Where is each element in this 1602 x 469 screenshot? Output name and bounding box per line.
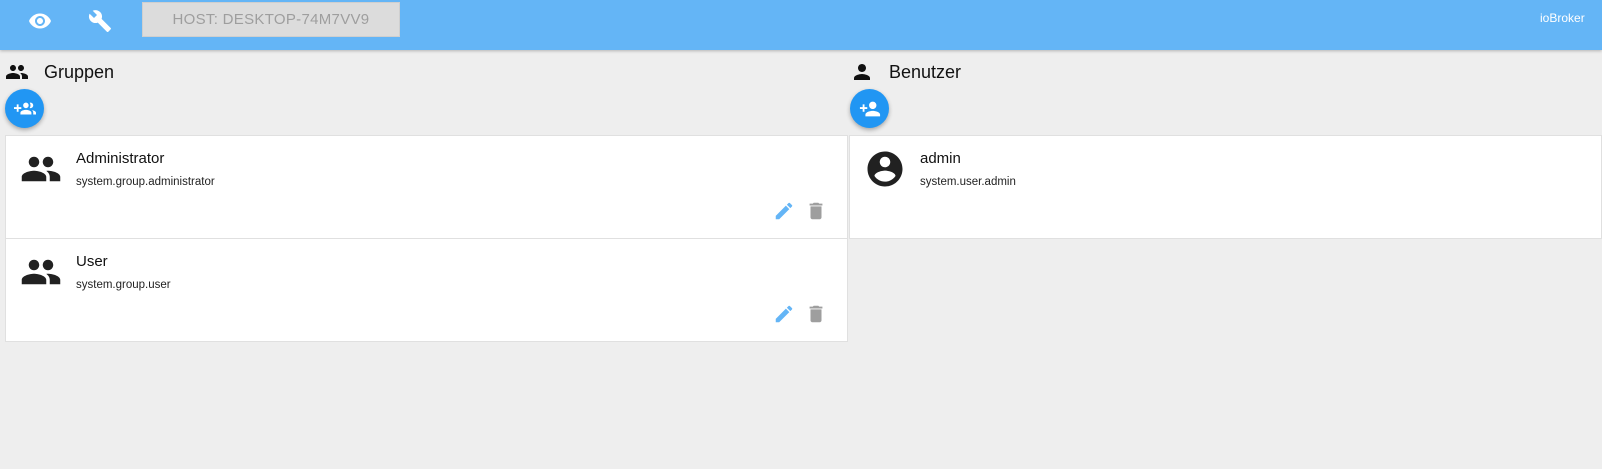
group-name: Administrator (76, 150, 165, 167)
host-selector[interactable]: HOST: DESKTOP-74M7VV9 (142, 2, 400, 37)
users-header: Benutzer (849, 60, 961, 84)
person-add-icon (859, 101, 880, 116)
add-group-button[interactable] (5, 89, 44, 128)
group-card[interactable]: Administrator system.group.administrator (5, 135, 848, 239)
users-title: Benutzer (889, 62, 962, 82)
group-card[interactable]: User system.group.user (5, 238, 848, 342)
user-id: system.user.admin (920, 176, 1016, 188)
person-icon (850, 60, 874, 84)
add-user-button[interactable] (850, 89, 889, 128)
group-add-icon (13, 102, 36, 114)
group-avatar-icon (20, 148, 62, 190)
top-bar: HOST: DESKTOP-74M7VV9 ioBroker (0, 0, 1602, 50)
wrench-icon[interactable] (84, 5, 116, 37)
group-icon (5, 60, 29, 84)
group-avatar-icon (20, 251, 62, 293)
account-circle-icon (864, 148, 906, 190)
edit-pencil-icon[interactable] (773, 303, 797, 327)
eye-icon[interactable] (24, 5, 56, 37)
user-name: admin (920, 150, 961, 167)
edit-pencil-icon[interactable] (773, 200, 797, 224)
delete-trash-icon[interactable] (805, 303, 829, 327)
user-card[interactable]: admin system.user.admin (849, 135, 1602, 239)
groups-title: Gruppen (44, 62, 115, 82)
delete-trash-icon[interactable] (805, 200, 829, 224)
groups-header: Gruppen (5, 60, 114, 84)
group-id: system.group.administrator (76, 176, 215, 188)
group-name: User (76, 253, 108, 270)
group-id: system.group.user (76, 279, 171, 291)
brand-title: ioBroker (1540, 11, 1585, 25)
